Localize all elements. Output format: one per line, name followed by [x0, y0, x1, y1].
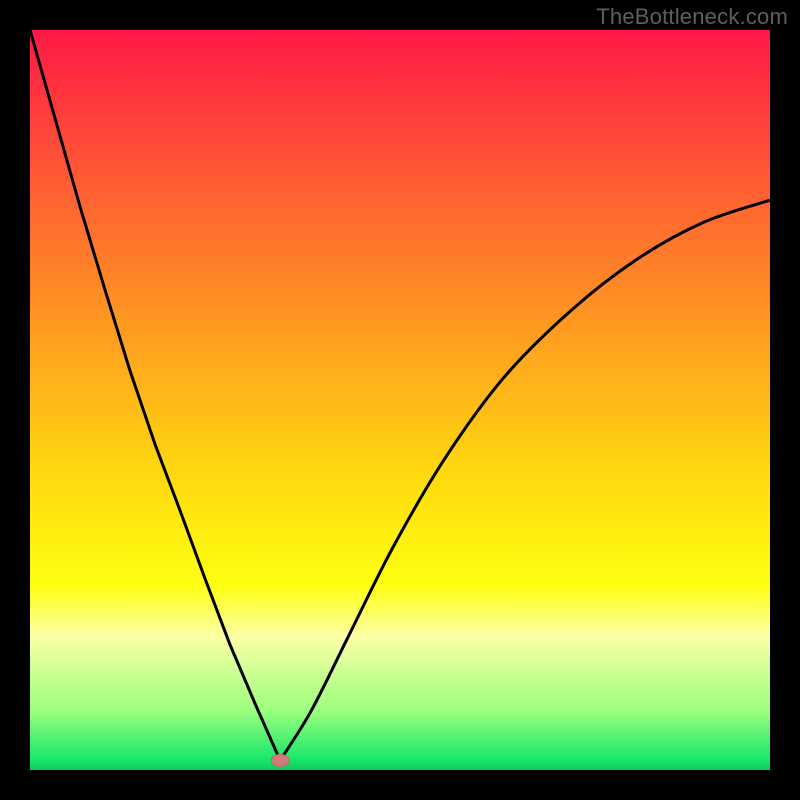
plot-svg — [30, 30, 770, 770]
watermark-label: TheBottleneck.com — [596, 4, 788, 30]
plot-area — [30, 30, 770, 770]
chart-frame: TheBottleneck.com — [0, 0, 800, 800]
minimum-marker — [271, 754, 289, 766]
